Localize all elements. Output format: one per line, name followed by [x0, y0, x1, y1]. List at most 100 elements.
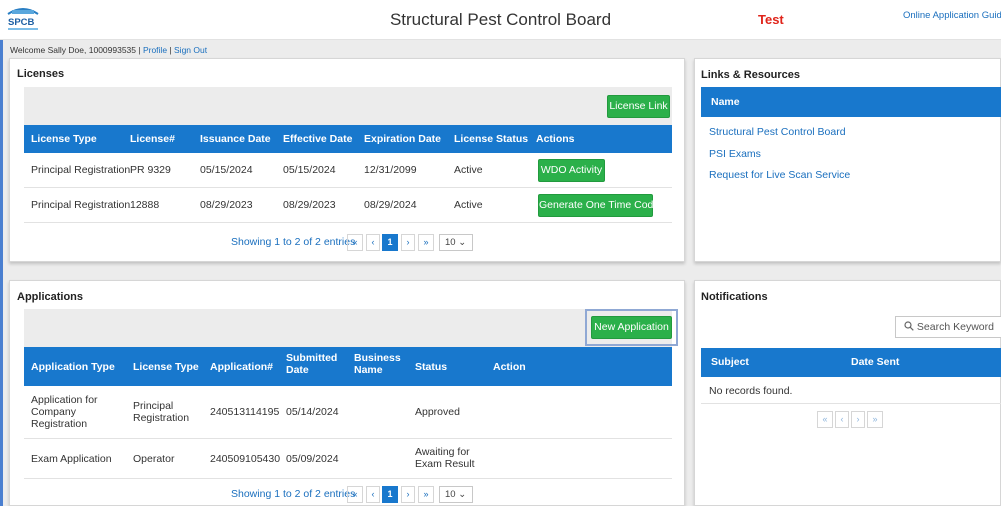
col-license-num: License# — [130, 133, 175, 145]
col-business-name: Business Name — [354, 352, 401, 376]
prev-page-button[interactable]: ‹ — [366, 234, 380, 251]
link-psi-exams[interactable]: PSI Exams — [709, 148, 761, 160]
licenses-pager: Showing 1 to 2 of 2 entries « ‹ 1 › » 10… — [231, 234, 491, 252]
links-resources-title: Links & Resources — [701, 69, 801, 81]
col-license-type: License Type — [133, 361, 199, 373]
cell-issuance-date: 05/15/2024 — [200, 164, 253, 176]
col-subject: Subject — [711, 356, 749, 368]
wdo-activity-button[interactable]: WDO Activity — [538, 159, 605, 182]
cell-expiration-date: 08/29/2024 — [364, 199, 417, 211]
last-page-button[interactable]: » — [867, 411, 883, 428]
applications-pager: Showing 1 to 2 of 2 entries « ‹ 1 › » 10… — [231, 486, 491, 504]
page-size-select[interactable]: 10 ⌄ — [439, 486, 473, 503]
search-placeholder: Search Keyword — [916, 321, 994, 333]
last-page-button[interactable]: » — [418, 234, 434, 251]
links-resources-panel: Links & Resources Name Structural Pest C… — [694, 58, 1001, 262]
welcome-separator: | — [169, 45, 172, 55]
first-page-button[interactable]: « — [347, 234, 363, 251]
app-title: Structural Pest Control Board — [389, 10, 612, 29]
col-date-sent: Date Sent — [851, 356, 900, 368]
generate-one-time-code-button[interactable]: Generate One Time Code — [538, 194, 659, 217]
licenses-title: Licenses — [17, 68, 65, 80]
cell-application-num: 240509105430 — [210, 453, 281, 465]
next-page-button[interactable]: › — [401, 486, 415, 503]
cell-license-status: Active — [454, 199, 483, 211]
col-status: Status — [415, 361, 448, 373]
table-row: Exam Application Operator 240509105430 0… — [24, 439, 672, 479]
last-page-button[interactable]: » — [418, 486, 434, 503]
license-link-button[interactable]: License Link — [607, 95, 670, 118]
licenses-table-header: License Type License# Issuance Date Effe… — [24, 125, 672, 153]
notifications-table-header: Subject Date Sent — [701, 348, 1001, 377]
col-expiration-date: Expiration Date — [364, 133, 442, 145]
table-row: Application for Company Registration Pri… — [24, 386, 672, 439]
first-page-button[interactable]: « — [817, 411, 833, 428]
notifications-panel: Notifications Search Keyword Subject Dat… — [694, 280, 1001, 506]
page-size-value: 10 — [445, 237, 456, 248]
col-application-num: Application# — [210, 361, 274, 373]
next-page-button[interactable]: › — [401, 234, 415, 251]
cell-effective-date: 05/15/2024 — [283, 164, 336, 176]
prev-page-button[interactable]: ‹ — [366, 486, 380, 503]
pager-summary: Showing 1 to 2 of 2 entries — [231, 236, 356, 248]
col-action: Action — [493, 361, 526, 373]
pager-summary: Showing 1 to 2 of 2 entries — [231, 488, 356, 500]
page-1-button[interactable]: 1 — [382, 234, 398, 251]
cell-application-type: Exam Application — [31, 453, 112, 465]
next-page-button[interactable]: › — [851, 411, 865, 428]
col-issuance-date: Issuance Date — [200, 133, 271, 145]
cell-status: Awaiting for Exam Result — [415, 446, 475, 470]
empty-row: No records found. — [701, 377, 1001, 404]
applications-table-header: Application Type License Type Applicatio… — [24, 347, 672, 386]
cell-license-type: Principal Registration — [31, 164, 131, 176]
col-actions: Actions — [536, 133, 575, 145]
cell-issuance-date: 08/29/2023 — [200, 199, 253, 211]
col-submitted-date: Submitted Date — [286, 352, 338, 376]
col-name: Name — [711, 96, 740, 108]
no-records-text: No records found. — [709, 385, 793, 397]
left-edge-bar — [0, 40, 3, 506]
cell-status: Approved — [415, 406, 460, 418]
links-table-header: Name — [701, 87, 1001, 117]
applications-toolbar: New Application — [24, 309, 678, 347]
link-structural-pest-control-board[interactable]: Structural Pest Control Board — [709, 126, 846, 138]
cell-license-status: Active — [454, 164, 483, 176]
cell-submitted-date: 05/09/2024 — [286, 453, 339, 465]
cell-effective-date: 08/29/2023 — [283, 199, 336, 211]
page-1-button[interactable]: 1 — [382, 486, 398, 503]
cell-license-num: PR 9329 — [130, 164, 171, 176]
profile-link[interactable]: Profile — [143, 45, 167, 55]
top-bar: SPCB Structural Pest Control Board Test … — [0, 0, 1001, 40]
col-effective-date: Effective Date — [283, 133, 353, 145]
cell-submitted-date: 05/14/2024 — [286, 406, 339, 418]
search-input[interactable]: Search Keyword — [895, 316, 1001, 338]
cell-license-type: Operator — [133, 453, 175, 465]
cell-license-num: 12888 — [130, 199, 160, 211]
licenses-panel: Licenses License Link License Type Licen… — [9, 58, 685, 262]
online-application-guides-link[interactable]: Online Application Guides — [903, 10, 1001, 21]
first-page-button[interactable]: « — [347, 486, 363, 503]
cell-application-num: 240513114195 — [210, 406, 280, 418]
applications-title: Applications — [17, 291, 84, 303]
cell-license-type: Principal Registration — [133, 400, 190, 424]
search-icon — [904, 321, 914, 331]
cell-application-type: Application for Company Registration — [31, 394, 98, 430]
welcome-text: Welcome Sally Doe, 1000993535 | — [10, 45, 141, 55]
applications-panel: Applications New Application Application… — [9, 280, 685, 506]
environment-label: Test — [758, 12, 784, 27]
notifications-pager: « ‹ › » — [817, 411, 897, 429]
new-application-button[interactable]: New Application — [591, 316, 672, 339]
prev-page-button[interactable]: ‹ — [835, 411, 849, 428]
col-application-type: Application Type — [31, 361, 115, 373]
link-live-scan-service[interactable]: Request for Live Scan Service — [709, 169, 850, 181]
table-row: Principal Registration 12888 08/29/2023 … — [24, 188, 672, 223]
table-row: Principal Registration PR 9329 05/15/202… — [24, 153, 672, 188]
page-size-value: 10 — [445, 489, 456, 500]
cell-license-type: Principal Registration — [31, 199, 131, 211]
licenses-toolbar: License Link — [24, 87, 672, 125]
welcome-line: Welcome Sally Doe, 1000993535 | Profile … — [10, 45, 207, 55]
col-license-type: License Type — [31, 133, 97, 145]
col-license-status: License Status — [454, 133, 529, 145]
sign-out-link[interactable]: Sign Out — [174, 45, 207, 55]
page-size-select[interactable]: 10 ⌄ — [439, 234, 473, 251]
